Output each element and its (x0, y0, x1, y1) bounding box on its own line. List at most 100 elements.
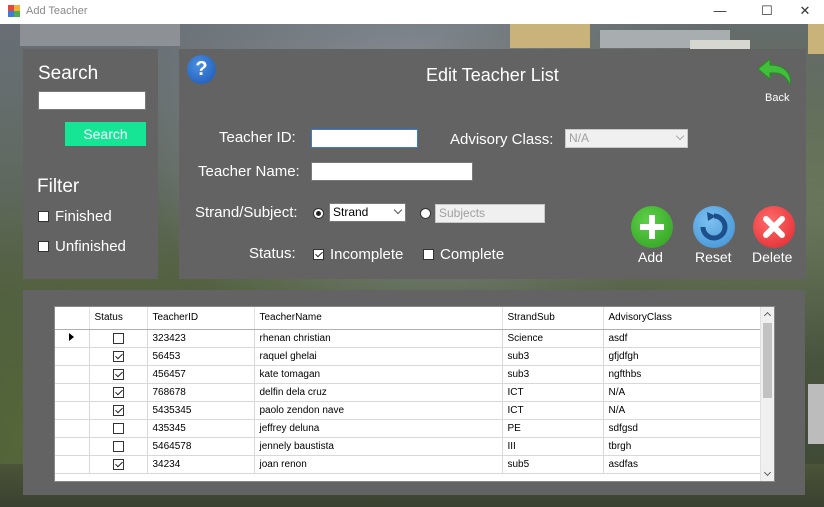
reset-icon[interactable] (693, 206, 735, 248)
advisoryclass-cell[interactable]: N/A (603, 401, 763, 420)
row-header[interactable] (55, 329, 90, 348)
strandsub-cell[interactable]: Science (502, 329, 604, 348)
status-checkbox[interactable] (112, 404, 124, 416)
table-row[interactable]: 768678 delfin dela cruz ICT N/A (55, 383, 763, 402)
advisory-class-select[interactable]: N/A (565, 129, 688, 148)
row-header[interactable] (55, 365, 90, 384)
close-window-button[interactable]: ✕ (782, 0, 824, 24)
advisoryclass-cell[interactable]: N/A (603, 383, 763, 402)
teachername-cell[interactable]: kate tomagan (254, 365, 503, 384)
status-cell[interactable] (89, 347, 148, 366)
advisoryclass-cell[interactable]: asdf (603, 329, 763, 348)
table-row[interactable]: 456457 kate tomagan sub3 ngfthbs (55, 365, 763, 384)
teachername-cell[interactable]: rhenan christian (254, 329, 503, 348)
teachername-cell[interactable]: jennely baustista (254, 437, 503, 456)
teacherid-cell[interactable]: 5464578 (147, 437, 255, 456)
strandsub-cell[interactable]: III (502, 437, 604, 456)
unfinished-checkbox[interactable] (38, 240, 49, 252)
status-cell[interactable] (89, 365, 148, 384)
status-checkbox[interactable] (112, 332, 124, 344)
row-header[interactable] (55, 347, 90, 366)
column-header-teachername[interactable]: TeacherName (254, 307, 503, 330)
strandsub-cell[interactable]: ICT (502, 401, 604, 420)
scroll-thumb[interactable] (763, 323, 772, 398)
column-header-advisoryclass[interactable]: AdvisoryClass (603, 307, 763, 330)
row-header[interactable] (55, 455, 90, 474)
status-cell[interactable] (89, 419, 148, 438)
table-row[interactable]: 435345 jeffrey deluna PE sdfgsd (55, 419, 763, 438)
help-icon[interactable]: ? (187, 55, 216, 84)
row-header[interactable] (55, 419, 90, 438)
filter-finished[interactable]: Finished (38, 207, 112, 225)
teacherid-cell[interactable]: 323423 (147, 329, 255, 348)
status-cell[interactable] (89, 455, 148, 474)
advisoryclass-cell[interactable]: tbrgh (603, 437, 763, 456)
subjects-radio[interactable] (420, 208, 431, 219)
strandsub-cell[interactable]: PE (502, 419, 604, 438)
status-cell[interactable] (89, 437, 148, 456)
strand-radio[interactable] (313, 208, 324, 219)
teachername-cell[interactable]: delfin dela cruz (254, 383, 503, 402)
scroll-up-icon[interactable] (763, 311, 772, 320)
reset-label[interactable]: Reset (695, 249, 732, 265)
table-row[interactable]: 34234 joan renon sub5 asdfas (55, 455, 763, 474)
complete-checkbox[interactable] (423, 248, 434, 260)
strandsub-cell[interactable]: sub5 (502, 455, 604, 474)
status-cell[interactable] (89, 401, 148, 420)
row-header[interactable] (55, 401, 90, 420)
strandsub-cell[interactable]: ICT (502, 383, 604, 402)
back-label[interactable]: Back (765, 92, 789, 104)
status-checkbox[interactable] (112, 440, 124, 452)
table-row[interactable]: 323423 rhenan christian Science asdf (55, 329, 763, 348)
finished-checkbox[interactable] (38, 210, 49, 222)
teacherid-cell[interactable]: 34234 (147, 455, 255, 474)
column-header-strandsub[interactable]: StrandSub (502, 307, 604, 330)
teacher-name-input[interactable] (311, 162, 473, 181)
table-row[interactable]: 5435345 paolo zendon nave ICT N/A (55, 401, 763, 420)
status-checkbox[interactable] (112, 386, 124, 398)
advisoryclass-cell[interactable]: asdfas (603, 455, 763, 474)
add-label[interactable]: Add (638, 249, 663, 265)
delete-label[interactable]: Delete (752, 249, 792, 265)
incomplete-checkbox[interactable] (313, 248, 324, 260)
delete-icon[interactable] (753, 206, 795, 248)
row-header[interactable] (55, 383, 90, 402)
advisoryclass-cell[interactable]: ngfthbs (603, 365, 763, 384)
status-checkbox[interactable] (112, 368, 124, 380)
strand-select[interactable]: Strand (329, 203, 406, 222)
status-cell[interactable] (89, 383, 148, 402)
scroll-down-icon[interactable] (763, 468, 772, 477)
vertical-scrollbar[interactable] (760, 307, 774, 481)
table-row[interactable]: 56453 raquel ghelai sub3 gfjdfgh (55, 347, 763, 366)
status-incomplete-option[interactable]: Incomplete (313, 245, 403, 263)
teachername-cell[interactable]: joan renon (254, 455, 503, 474)
advisoryclass-cell[interactable]: gfjdfgh (603, 347, 763, 366)
teacherid-cell[interactable]: 5435345 (147, 401, 255, 420)
column-header-teacherid[interactable]: TeacherID (147, 307, 255, 330)
teacher-grid[interactable]: Status TeacherID TeacherName StrandSub A… (54, 306, 775, 482)
teacherid-cell[interactable]: 456457 (147, 365, 255, 384)
column-header-status[interactable]: Status (89, 307, 148, 330)
teachername-cell[interactable]: jeffrey deluna (254, 419, 503, 438)
filter-unfinished[interactable]: Unfinished (38, 237, 126, 255)
status-checkbox[interactable] (112, 422, 124, 434)
row-header[interactable] (55, 437, 90, 456)
back-arrow-icon[interactable] (756, 55, 800, 91)
search-input[interactable] (38, 91, 146, 110)
teachername-cell[interactable]: paolo zendon nave (254, 401, 503, 420)
subjects-input[interactable]: Subjects (435, 204, 545, 223)
add-icon[interactable] (631, 206, 673, 248)
strandsub-cell[interactable]: sub3 (502, 365, 604, 384)
status-cell[interactable] (89, 329, 148, 348)
advisoryclass-cell[interactable]: sdfgsd (603, 419, 763, 438)
teacher-id-input[interactable] (311, 129, 418, 148)
status-checkbox[interactable] (112, 458, 124, 470)
minimize-button[interactable]: — (697, 0, 743, 24)
search-button[interactable]: Search (65, 122, 146, 146)
status-complete-option[interactable]: Complete (423, 245, 504, 263)
teachername-cell[interactable]: raquel ghelai (254, 347, 503, 366)
strandsub-cell[interactable]: sub3 (502, 347, 604, 366)
status-checkbox[interactable] (112, 350, 124, 362)
teacherid-cell[interactable]: 435345 (147, 419, 255, 438)
table-row[interactable]: 5464578 jennely baustista III tbrgh (55, 437, 763, 456)
